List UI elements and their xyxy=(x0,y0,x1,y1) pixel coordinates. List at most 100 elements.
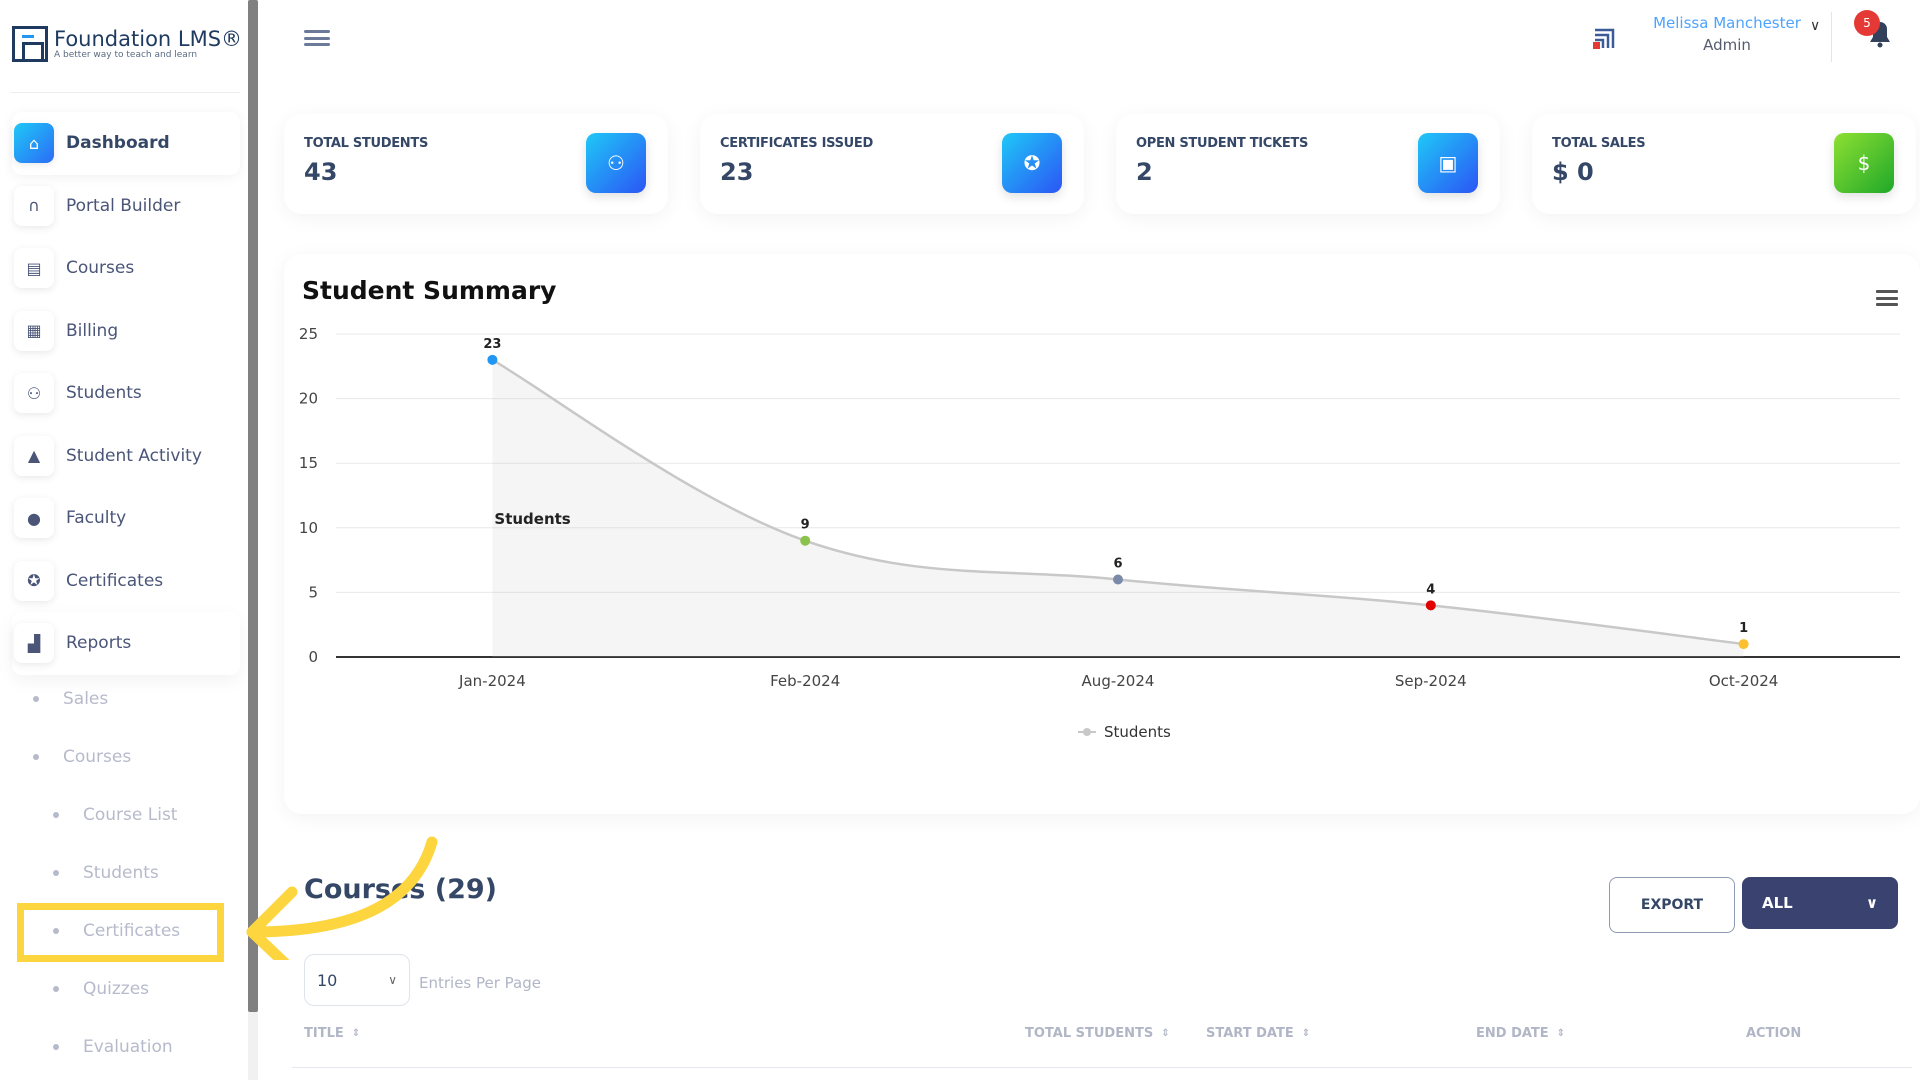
bullet-icon xyxy=(53,812,59,818)
column-header-label: ACTION xyxy=(1746,1026,1802,1041)
column-header-label: END DATE xyxy=(1476,1026,1549,1041)
export-button[interactable]: EXPORT xyxy=(1609,877,1735,933)
entries-per-page-label: Entries Per Page xyxy=(419,974,541,992)
sidebar-item-label: Portal Builder xyxy=(66,195,181,216)
data-point xyxy=(1738,639,1749,650)
award-icon: ✪ xyxy=(1002,133,1062,193)
chevron-down-icon: ∨ xyxy=(388,973,397,987)
entries-per-page-select[interactable]: 10 ∨ xyxy=(304,954,410,1006)
bullet-icon xyxy=(33,754,39,760)
bullet-icon xyxy=(53,986,59,992)
user-tie-icon: ● xyxy=(14,498,54,539)
stat-card-total-sales: TOTAL SALES $ 0 $ xyxy=(1532,114,1916,214)
sidebar-item-label: Faculty xyxy=(66,508,127,529)
column-header-title[interactable]: TITLE ⇕ xyxy=(304,1026,360,1041)
legend-label: Students xyxy=(1104,723,1171,741)
subnav-item-label: Sales xyxy=(63,689,109,709)
logo-mark-icon xyxy=(12,26,48,62)
header-divider xyxy=(1831,12,1832,62)
x-tick-label: Feb-2024 xyxy=(770,672,840,690)
notification-badge: 5 xyxy=(1854,10,1880,36)
y-tick-label: 20 xyxy=(299,390,318,408)
sort-icon: ⇕ xyxy=(1556,1027,1566,1039)
subnav-item-evaluation[interactable]: Evaluation xyxy=(0,1018,240,1076)
reports-subnav: Sales Courses Course List Students Certi… xyxy=(0,670,240,1076)
y-tick-label: 25 xyxy=(299,325,318,343)
bullet-icon xyxy=(53,870,59,876)
data-point xyxy=(1425,600,1436,611)
dollar-icon: $ xyxy=(1834,133,1894,193)
user-name: Melissa Manchester xyxy=(1653,14,1801,32)
award-icon: ✪ xyxy=(14,560,54,601)
stat-label: OPEN STUDENT TICKETS xyxy=(1136,136,1309,151)
stat-card-total-students: TOTAL STUDENTS 43 ⚇ xyxy=(284,114,668,214)
column-header-total-students[interactable]: TOTAL STUDENTS ⇕ xyxy=(1025,1026,1170,1041)
student-summary-card: Student Summary 0 5 10 15 20 25 23 Jan-2024 9 Feb… xyxy=(284,254,1920,814)
subnav-item-label: Students xyxy=(83,863,159,883)
stat-value: 43 xyxy=(304,158,338,186)
sort-icon: ⇕ xyxy=(1161,1027,1170,1039)
stat-value: $ 0 xyxy=(1552,158,1594,186)
sidebar-item-courses[interactable]: ▤ Courses xyxy=(12,237,240,300)
y-tick-label: 10 xyxy=(299,519,318,537)
chart-annotation: Students xyxy=(494,510,570,528)
subnav-item-courses[interactable]: Courses xyxy=(0,728,240,786)
logo-subtitle: A better way to teach and learn xyxy=(54,50,198,60)
chevron-down-icon[interactable]: ∨ xyxy=(1810,18,1820,34)
sidebar-item-dashboard[interactable]: ⌂ Dashboard xyxy=(12,112,240,175)
subnav-item-label: Evaluation xyxy=(83,1037,173,1057)
sidebar-item-certificates[interactable]: ✪ Certificates xyxy=(12,550,240,613)
company-logo-icon xyxy=(1593,28,1615,49)
subnav-item-course-list[interactable]: Course List xyxy=(0,786,240,844)
column-header-label: START DATE xyxy=(1206,1026,1294,1041)
column-header-label: TITLE xyxy=(304,1026,344,1041)
sidebar-item-reports[interactable]: ▟ Reports xyxy=(12,612,240,675)
column-header-label: TOTAL STUDENTS xyxy=(1025,1026,1154,1041)
data-point xyxy=(487,354,498,365)
data-label: 23 xyxy=(483,337,501,352)
sidebar-item-label: Students xyxy=(66,383,142,404)
stat-value: 2 xyxy=(1136,158,1153,186)
stat-value: 23 xyxy=(720,158,754,186)
x-tick-label: Jan-2024 xyxy=(458,672,526,690)
sidebar-item-label: Certificates xyxy=(66,570,164,591)
sidebar-item-faculty[interactable]: ● Faculty xyxy=(12,487,240,550)
sort-icon: ⇕ xyxy=(351,1027,361,1039)
sidebar-item-billing[interactable]: ▦ Billing xyxy=(12,300,240,363)
graduation-cap-icon: ▲ xyxy=(14,435,54,476)
data-point xyxy=(800,535,811,546)
sidebar-item-label: Dashboard xyxy=(66,133,170,154)
bullet-icon xyxy=(53,1044,59,1050)
legend-marker xyxy=(1083,728,1091,736)
subnav-item-label: Quizzes xyxy=(83,979,150,999)
stat-label: CERTIFICATES ISSUED xyxy=(720,136,874,151)
column-header-end-date[interactable]: END DATE ⇕ xyxy=(1476,1026,1565,1041)
subnav-item-quizzes[interactable]: Quizzes xyxy=(0,960,240,1018)
bullet-icon xyxy=(33,696,39,702)
sidebar-item-label: Courses xyxy=(66,258,135,279)
user-role: Admin xyxy=(1703,36,1751,54)
subnav-item-students[interactable]: Students xyxy=(0,844,240,902)
series-area xyxy=(492,359,1744,657)
menu-toggle-icon[interactable] xyxy=(304,30,330,46)
logo[interactable]: Foundation LMS® A better way to teach an… xyxy=(12,26,242,62)
courses-card: Courses (29) EXPORT ALL ∨ 10 ∨ Entries P… xyxy=(284,856,1920,1086)
sidebar-item-portal-builder[interactable]: ∩ Portal Builder xyxy=(12,175,240,238)
logo-title: Foundation LMS® xyxy=(54,27,243,51)
sidebar-item-students[interactable]: ⚇ Students xyxy=(12,362,240,425)
ticket-icon: ▣ xyxy=(1418,133,1478,193)
subnav-item-sales[interactable]: Sales xyxy=(0,670,240,728)
course-filter-select[interactable]: ALL ∨ xyxy=(1742,877,1898,929)
stat-label: TOTAL SALES xyxy=(1552,136,1646,151)
sidebar-nav: ⌂ Dashboard ∩ Portal Builder ▤ Courses ▦… xyxy=(12,112,240,675)
column-header-start-date[interactable]: START DATE ⇕ xyxy=(1206,1026,1310,1041)
stat-card-open-tickets: OPEN STUDENT TICKETS 2 ▣ xyxy=(1116,114,1500,214)
x-tick-label: Aug-2024 xyxy=(1082,672,1155,690)
stat-label: TOTAL STUDENTS xyxy=(304,136,429,151)
archway-icon: ∩ xyxy=(14,185,54,226)
user-menu[interactable]: Melissa Manchester Admin xyxy=(1642,14,1812,54)
users-icon: ⚇ xyxy=(14,373,54,414)
course-filter-value: ALL xyxy=(1762,894,1793,912)
sidebar-item-student-activity[interactable]: ▲ Student Activity xyxy=(12,425,240,488)
data-label: 1 xyxy=(1739,621,1748,636)
